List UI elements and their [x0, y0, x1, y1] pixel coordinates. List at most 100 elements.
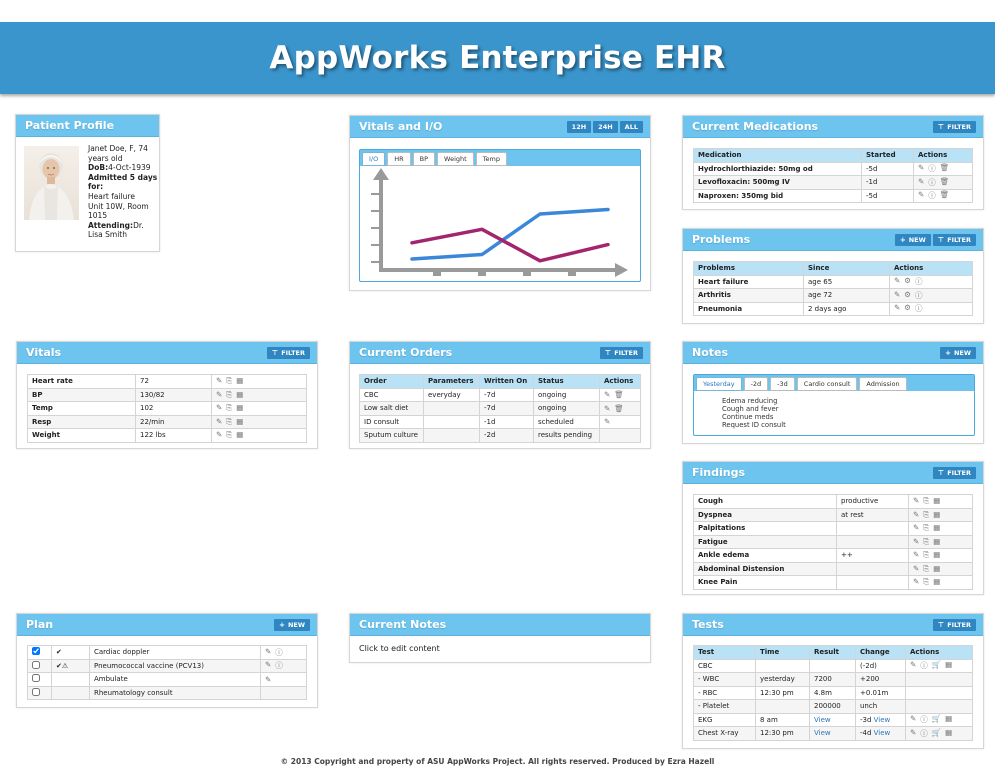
view-change-link[interactable]: View: [874, 716, 891, 724]
copy-icon[interactable]: ⎘: [923, 550, 929, 560]
chart-icon[interactable]: ▦: [236, 403, 243, 413]
chart-icon[interactable]: ▦: [236, 430, 243, 440]
problems-filter-button[interactable]: ⊤ FILTER: [932, 233, 976, 246]
trash-icon[interactable]: 🗑: [614, 390, 624, 399]
info-icon[interactable]: ⓘ: [928, 190, 936, 201]
copy-icon[interactable]: ⎘: [226, 376, 232, 386]
plan-checkbox[interactable]: [32, 674, 40, 683]
copy-icon[interactable]: ⎘: [923, 523, 929, 533]
edit-icon[interactable]: ✎: [216, 417, 222, 427]
info-icon[interactable]: ⓘ: [275, 660, 283, 671]
view-link[interactable]: View: [814, 729, 831, 737]
vitals-filter-button[interactable]: ⊤ FILTER: [266, 346, 310, 359]
tab-bp[interactable]: BP: [412, 152, 436, 166]
edit-icon[interactable]: ✎: [918, 190, 924, 201]
orders-filter-button[interactable]: ⊤ FILTER: [599, 346, 643, 359]
edit-icon[interactable]: ✎: [894, 303, 900, 314]
chart-icon[interactable]: ▦: [933, 496, 940, 506]
copy-icon[interactable]: ⎘: [923, 577, 929, 587]
chart-icon[interactable]: ▦: [933, 523, 940, 533]
settings-icon[interactable]: ⚙: [904, 276, 911, 287]
info-icon[interactable]: ⓘ: [920, 728, 928, 739]
copy-icon[interactable]: ⎘: [226, 403, 232, 413]
view-change-link[interactable]: View: [874, 729, 891, 737]
range-all-button[interactable]: ALL: [619, 120, 643, 133]
plan-checkbox[interactable]: [32, 647, 40, 656]
edit-icon[interactable]: ✎: [216, 376, 222, 386]
plan-new-button[interactable]: + NEW: [274, 618, 310, 631]
current-notes-editor[interactable]: Click to edit content: [350, 636, 650, 661]
edit-icon[interactable]: ✎: [913, 537, 919, 547]
tab-hr[interactable]: HR: [387, 152, 411, 166]
edit-icon[interactable]: ✎: [913, 577, 919, 587]
view-link[interactable]: View: [814, 716, 831, 724]
copy-icon[interactable]: ⎘: [226, 417, 232, 427]
chart-icon[interactable]: ▦: [945, 660, 952, 671]
chart-icon[interactable]: ▦: [933, 577, 940, 587]
edit-icon[interactable]: ✎: [913, 550, 919, 560]
problems-new-button[interactable]: + NEW: [894, 233, 931, 246]
tab-weight[interactable]: Weight: [437, 152, 474, 166]
copy-icon[interactable]: ⎘: [923, 537, 929, 547]
chart-icon[interactable]: ▦: [236, 390, 243, 400]
tab-temp[interactable]: Temp: [475, 152, 508, 166]
chart-icon[interactable]: ▦: [945, 728, 952, 739]
chart-icon[interactable]: ▦: [933, 564, 940, 574]
edit-icon[interactable]: ✎: [604, 404, 610, 413]
cart-icon[interactable]: 🛒: [932, 714, 941, 725]
tab-admission[interactable]: Admission: [859, 377, 907, 391]
chart-icon[interactable]: ▦: [933, 510, 940, 520]
trash-icon[interactable]: 🗑: [614, 404, 624, 413]
edit-icon[interactable]: ✎: [910, 728, 916, 739]
copy-icon[interactable]: ⎘: [923, 564, 929, 574]
info-icon[interactable]: ⓘ: [928, 177, 936, 188]
edit-icon[interactable]: ✎: [913, 496, 919, 506]
range-12h-button[interactable]: 12H: [566, 120, 592, 133]
info-icon[interactable]: ⓘ: [928, 163, 936, 174]
settings-icon[interactable]: ⚙: [904, 303, 911, 314]
info-icon[interactable]: ⓘ: [915, 290, 923, 301]
tab-io[interactable]: I/O: [362, 152, 386, 166]
settings-icon[interactable]: ⚙: [904, 290, 911, 301]
trash-icon[interactable]: 🗑: [940, 177, 950, 188]
edit-icon[interactable]: ✎: [216, 403, 222, 413]
trash-icon[interactable]: 🗑: [940, 190, 950, 201]
edit-icon[interactable]: ✎: [910, 714, 916, 725]
edit-icon[interactable]: ✎: [910, 660, 916, 671]
chart-icon[interactable]: ▦: [236, 376, 243, 386]
tab-2d[interactable]: -2d: [743, 377, 769, 391]
edit-icon[interactable]: ✎: [913, 510, 919, 520]
edit-icon[interactable]: ✎: [216, 390, 222, 400]
copy-icon[interactable]: ⎘: [226, 390, 232, 400]
edit-icon[interactable]: ✎: [918, 163, 924, 174]
cart-icon[interactable]: 🛒: [932, 728, 941, 739]
tab-yesterday[interactable]: Yesterday: [696, 377, 742, 391]
edit-icon[interactable]: ✎: [216, 430, 222, 440]
edit-icon[interactable]: ✎: [265, 675, 271, 684]
copy-icon[interactable]: ⎘: [923, 496, 929, 506]
copy-icon[interactable]: ⎘: [923, 510, 929, 520]
notes-new-button[interactable]: + NEW: [940, 346, 976, 359]
info-icon[interactable]: ⓘ: [920, 714, 928, 725]
plan-checkbox[interactable]: [32, 660, 40, 669]
trash-icon[interactable]: 🗑: [940, 163, 950, 174]
edit-icon[interactable]: ✎: [913, 523, 919, 533]
range-24h-button[interactable]: 24H: [593, 120, 618, 133]
tab-3d[interactable]: -3d: [770, 377, 795, 391]
edit-icon[interactable]: ✎: [894, 276, 900, 287]
copy-icon[interactable]: ⎘: [226, 430, 232, 440]
chart-icon[interactable]: ▦: [236, 417, 243, 427]
medications-filter-button[interactable]: ⊤ FILTER: [932, 120, 976, 133]
edit-icon[interactable]: ✎: [918, 177, 924, 188]
cart-icon[interactable]: 🛒: [932, 660, 941, 671]
chart-icon[interactable]: ▦: [933, 550, 940, 560]
edit-icon[interactable]: ✎: [913, 564, 919, 574]
edit-icon[interactable]: ✎: [604, 390, 610, 399]
chart-icon[interactable]: ▦: [933, 537, 940, 547]
info-icon[interactable]: ⓘ: [915, 276, 923, 287]
findings-filter-button[interactable]: ⊤ FILTER: [932, 466, 976, 479]
chart-icon[interactable]: ▦: [945, 714, 952, 725]
edit-icon[interactable]: ✎: [265, 660, 271, 671]
info-icon[interactable]: ⓘ: [915, 303, 923, 314]
plan-checkbox[interactable]: [32, 687, 40, 696]
